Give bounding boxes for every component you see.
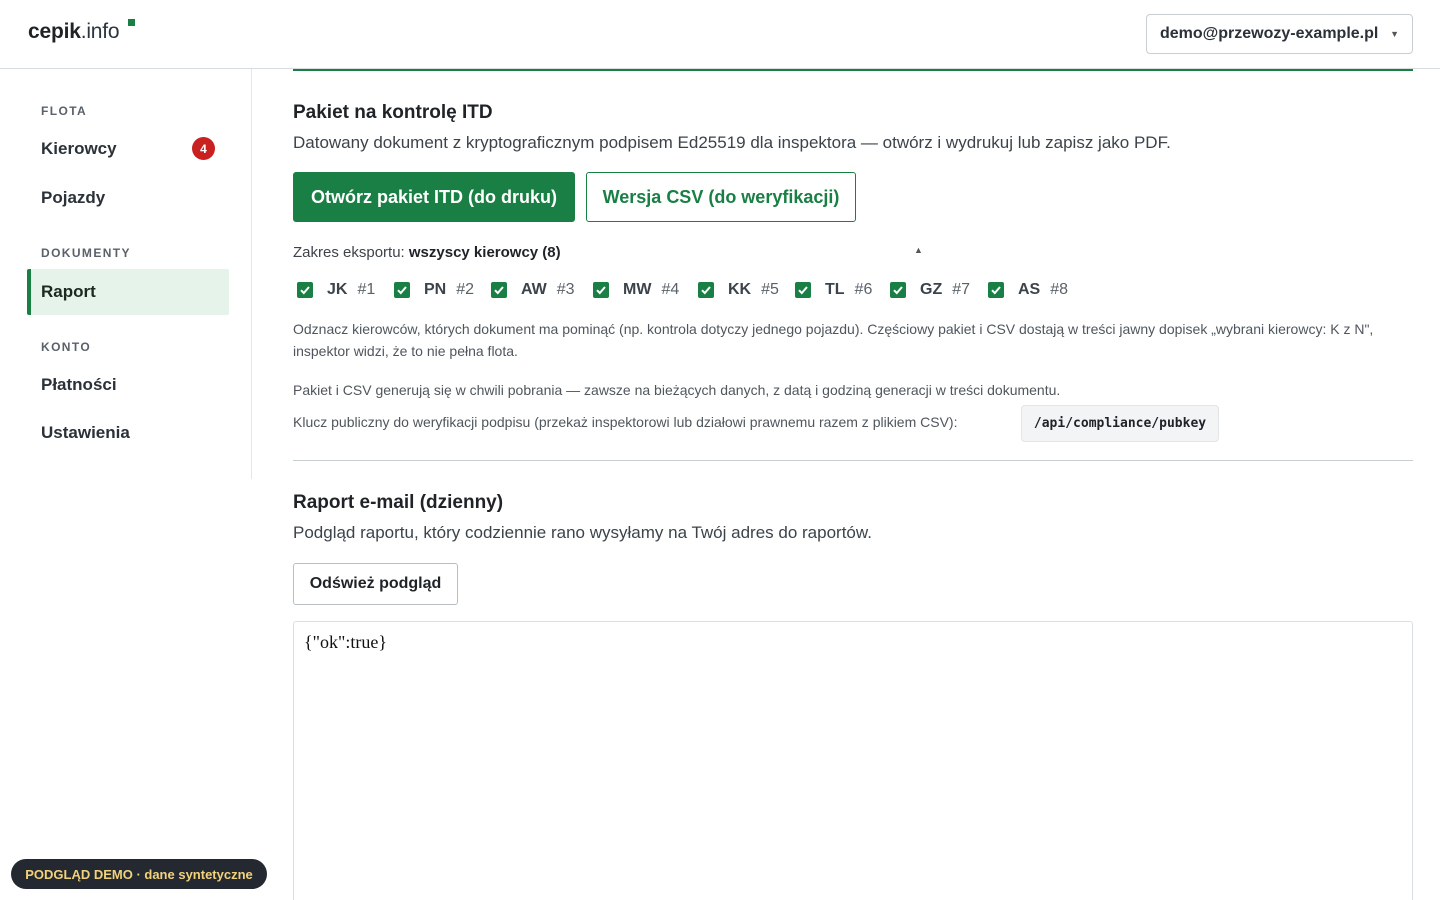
open-itd-package-button[interactable]: Otwórz pakiet ITD (do druku) bbox=[293, 172, 575, 222]
sidebar-item-platnosci[interactable]: Płatności bbox=[27, 362, 229, 408]
itd-section-description: Datowany dokument z kryptograficznym pod… bbox=[293, 133, 1171, 152]
driver-initials: KK bbox=[728, 281, 752, 298]
csv-version-button[interactable]: Wersja CSV (do weryfikacji) bbox=[586, 172, 856, 222]
driver-number: #3 bbox=[556, 281, 575, 298]
user-email: demo@przewozy-example.pl bbox=[1160, 25, 1379, 42]
driver-checkbox-gz[interactable]: GZ #7 bbox=[890, 279, 988, 301]
driver-initials: MW bbox=[623, 281, 652, 298]
checkbox-checked-icon[interactable] bbox=[491, 282, 507, 298]
driver-number: #1 bbox=[357, 281, 376, 298]
email-preview-content: {"ok":true} bbox=[304, 632, 387, 652]
driver-initials: GZ bbox=[920, 281, 943, 298]
logo-mark bbox=[128, 19, 135, 26]
sidebar-section-flota: FLOTA bbox=[41, 104, 88, 118]
sidebar: FLOTA Kierowcy 4 Pojazdy DOKUMENTY Rapor… bbox=[0, 69, 252, 479]
section-accent-rule bbox=[293, 69, 1413, 71]
driver-checkbox-kk[interactable]: KK #5 bbox=[698, 279, 795, 301]
sidebar-item-ustawienia[interactable]: Ustawienia bbox=[27, 410, 229, 456]
user-menu-dropdown[interactable]: demo@przewozy-example.pl ▼ bbox=[1146, 14, 1413, 54]
sidebar-item-kierowcy[interactable]: Kierowcy 4 bbox=[27, 126, 229, 172]
driver-checkbox-tl[interactable]: TL #6 bbox=[795, 279, 890, 301]
sidebar-item-label: Raport bbox=[41, 282, 96, 301]
sidebar-item-label: Kierowcy bbox=[41, 139, 117, 158]
top-bar: cepik.info demo@przewozy-example.pl ▼ bbox=[0, 0, 1440, 69]
export-scope[interactable]: Zakres eksportu: wszyscy kierowcy (8) bbox=[293, 244, 561, 261]
driver-initials: PN bbox=[424, 281, 447, 298]
sidebar-item-label: Płatności bbox=[41, 375, 117, 394]
email-preview-frame[interactable]: {"ok":true} bbox=[293, 621, 1413, 900]
driver-checkbox-mw[interactable]: MW #4 bbox=[593, 279, 698, 301]
generation-note: Pakiet i CSV generują się w chwili pobra… bbox=[293, 382, 1061, 398]
logo[interactable]: cepik.info bbox=[28, 20, 120, 44]
email-report-description: Podgląd raportu, który codziennie rano w… bbox=[293, 523, 872, 542]
itd-section-title: Pakiet na kontrolę ITD bbox=[293, 102, 493, 123]
checkbox-checked-icon[interactable] bbox=[698, 282, 714, 298]
checkbox-checked-icon[interactable] bbox=[593, 282, 609, 298]
driver-number: #4 bbox=[661, 281, 680, 298]
pubkey-note: Klucz publiczny do weryfikacji podpisu (… bbox=[293, 414, 958, 430]
sidebar-section-dokumenty: DOKUMENTY bbox=[41, 246, 131, 260]
logo-name: cepik bbox=[28, 20, 81, 43]
demo-mode-badge: PODGLĄD DEMO · dane syntetyczne bbox=[11, 859, 267, 889]
sidebar-item-label: Pojazdy bbox=[41, 188, 106, 207]
sidebar-item-label: Ustawienia bbox=[41, 423, 130, 442]
caret-down-icon: ▼ bbox=[1390, 29, 1399, 39]
checkbox-checked-icon[interactable] bbox=[394, 282, 410, 298]
driver-initials: AS bbox=[1018, 281, 1041, 298]
driver-number: #7 bbox=[952, 281, 971, 298]
checkbox-checked-icon[interactable] bbox=[795, 282, 811, 298]
logo-tld: .info bbox=[80, 20, 120, 43]
driver-checkbox-jk[interactable]: JK #1 bbox=[297, 279, 394, 301]
driver-number: #8 bbox=[1050, 281, 1069, 298]
checkbox-checked-icon[interactable] bbox=[988, 282, 1004, 298]
sidebar-item-raport[interactable]: Raport bbox=[27, 269, 229, 315]
partial-export-note: Odznacz kierowców, których dokument ma p… bbox=[293, 321, 1374, 359]
export-scope-label: Zakres eksportu: bbox=[293, 244, 405, 261]
driver-checkbox-aw[interactable]: AW #3 bbox=[491, 279, 593, 301]
email-report-title: Raport e-mail (dzienny) bbox=[293, 492, 504, 513]
driver-checkbox-as[interactable]: AS #8 bbox=[988, 279, 1078, 301]
driver-checkbox-list: JK #1 PN #2 AW #3 MW #4 KK #5 TL #6 GZ #… bbox=[293, 279, 1078, 301]
driver-initials: AW bbox=[521, 281, 547, 298]
driver-checkbox-pn[interactable]: PN #2 bbox=[394, 279, 491, 301]
caret-up-icon[interactable]: ▲ bbox=[914, 245, 923, 255]
driver-initials: TL bbox=[825, 281, 845, 298]
driver-number: #5 bbox=[761, 281, 779, 298]
checkbox-checked-icon[interactable] bbox=[890, 282, 906, 298]
driver-initials: JK bbox=[327, 281, 348, 298]
export-scope-value: wszyscy kierowcy (8) bbox=[408, 244, 561, 261]
refresh-preview-button[interactable]: Odśwież podgląd bbox=[293, 563, 458, 605]
sidebar-item-pojazdy[interactable]: Pojazdy bbox=[27, 175, 229, 221]
section-divider bbox=[293, 460, 1413, 461]
pubkey-path-code[interactable]: /api/compliance/pubkey bbox=[1021, 405, 1219, 442]
driver-number: #6 bbox=[854, 281, 873, 298]
sidebar-section-konto: KONTO bbox=[41, 340, 92, 354]
checkbox-checked-icon[interactable] bbox=[297, 282, 313, 298]
notification-badge: 4 bbox=[192, 137, 215, 160]
driver-number: #2 bbox=[456, 281, 475, 298]
